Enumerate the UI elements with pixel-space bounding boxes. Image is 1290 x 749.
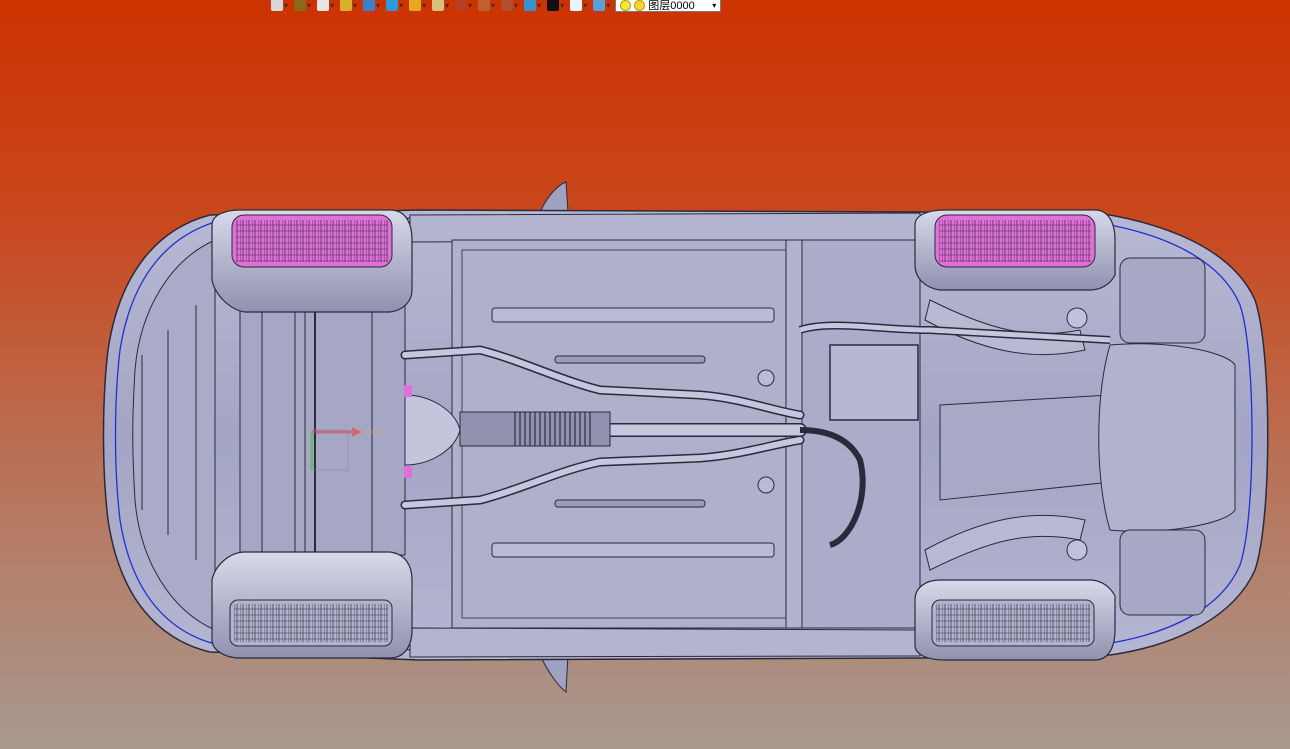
wheel-rear-top[interactable] xyxy=(211,209,413,313)
sill-bottom xyxy=(409,627,921,658)
pink-marker xyxy=(404,466,412,478)
mirror-bottom xyxy=(539,654,569,693)
wheel-rear-bottom[interactable] xyxy=(211,551,413,659)
front-crossmember xyxy=(1098,343,1236,532)
mirror-top xyxy=(539,181,569,213)
wheel-front-bottom[interactable] xyxy=(914,579,1116,661)
floor-rib xyxy=(554,499,706,508)
floor-rib xyxy=(491,307,775,323)
radiator-top xyxy=(1119,257,1206,344)
pink-marker xyxy=(404,385,412,397)
sill-top xyxy=(409,212,921,243)
car-underbody-model[interactable] xyxy=(102,181,1269,693)
floor-rib xyxy=(554,355,706,364)
muffler xyxy=(829,344,919,421)
wheel-front-top[interactable] xyxy=(914,209,1116,291)
floor-rib xyxy=(491,542,775,558)
cad-viewport[interactable] xyxy=(0,0,1290,749)
radiator-bottom xyxy=(1119,529,1206,616)
